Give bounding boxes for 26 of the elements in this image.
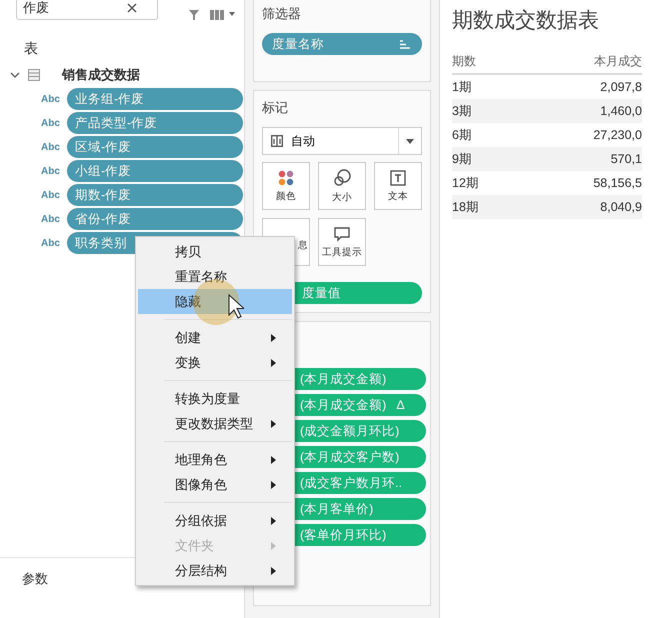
table-cell: 2,097,8 (520, 74, 642, 99)
string-type-label: Abc (41, 94, 61, 104)
table-cell: 9期 (452, 147, 520, 171)
table-cell: 58,156,5 (520, 171, 642, 195)
table-cell: 8,040,9 (520, 195, 642, 219)
string-type-label: Abc (41, 142, 61, 152)
sheet-title: 期数成交数据表 (452, 7, 600, 34)
table-cell: 3期 (452, 99, 520, 123)
table-cell: 1,460,0 (520, 99, 642, 123)
section-title: 表 (23, 39, 39, 58)
string-type-label: Abc (41, 238, 61, 248)
string-type-label: Abc (41, 118, 61, 128)
card-title: 筛选器 (262, 5, 302, 23)
column-header: 期数 (452, 50, 520, 74)
string-type-label: Abc (41, 190, 61, 200)
delta-label: Δ (396, 398, 405, 412)
table-cell: 570,1 (520, 147, 642, 171)
card-title: 标记 (262, 99, 289, 117)
table-cell: 6期 (452, 123, 520, 147)
table-cell: 12期 (452, 171, 520, 195)
string-type-label: Abc (41, 166, 61, 176)
table-cell: 18期 (452, 195, 520, 219)
string-type-label: Abc (41, 214, 61, 224)
table-cell: 27,230,0 (520, 123, 642, 147)
table-cell: 1期 (452, 74, 520, 99)
column-header: 本月成交 (520, 50, 642, 74)
